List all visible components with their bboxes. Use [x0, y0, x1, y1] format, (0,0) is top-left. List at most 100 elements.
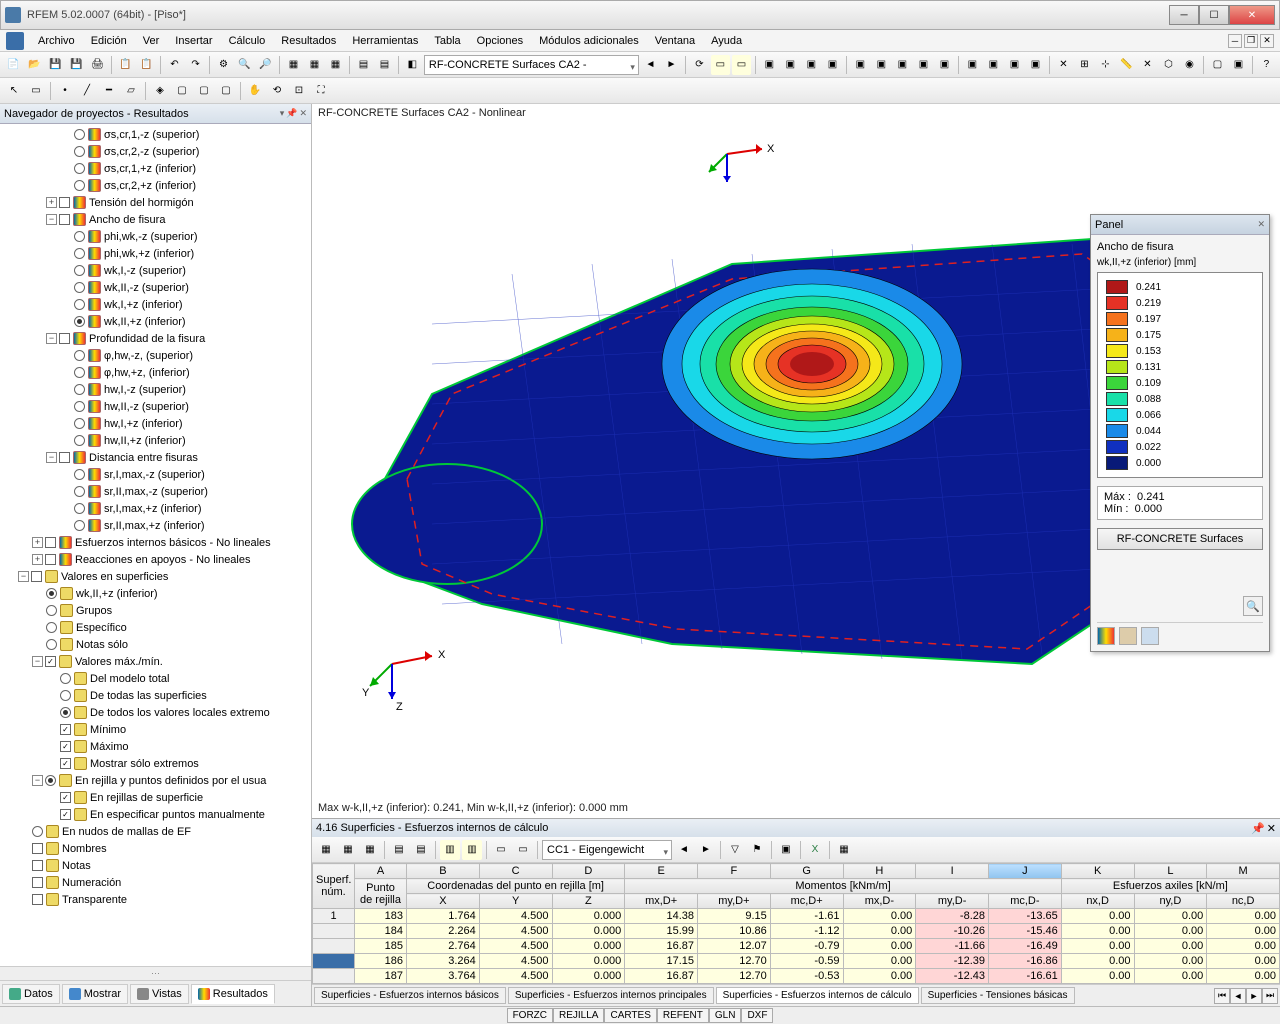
tool-j-icon[interactable]: ▣ — [963, 55, 982, 75]
select-icon[interactable]: ▭ — [26, 81, 46, 101]
cursor-icon[interactable]: ↖ — [4, 81, 24, 101]
checkbox[interactable] — [32, 860, 43, 871]
tool-c-icon[interactable]: ▣ — [802, 55, 821, 75]
legend-tab-color-icon[interactable] — [1097, 627, 1115, 645]
axis-icon[interactable]: ⊹ — [1096, 55, 1115, 75]
tab-mostrar[interactable]: Mostrar — [62, 984, 128, 1004]
tool-b-icon[interactable]: ▣ — [781, 55, 800, 75]
tree-item[interactable]: σs,cr,2,+z (inferior) — [0, 177, 311, 194]
gtab-first-icon[interactable]: ⏮ — [1214, 988, 1230, 1004]
grid-info-icon[interactable]: ▦ — [834, 840, 854, 860]
results-table[interactable]: Superf.núm.ABCDEFGHIJKLMPuntode rejillaC… — [312, 863, 1280, 984]
module-combo[interactable]: RF-CONCRETE Surfaces CA2 - Nonlinea — [424, 55, 639, 75]
tree-item[interactable]: −Valores en superficies — [0, 568, 311, 585]
radio[interactable] — [46, 605, 57, 616]
zoom-icon[interactable]: 🔎 — [256, 55, 275, 75]
tool-e-icon[interactable]: ▣ — [851, 55, 870, 75]
menu-calculo[interactable]: Cálculo — [221, 32, 274, 50]
close-button[interactable]: ✕ — [1229, 5, 1275, 25]
menu-insertar[interactable]: Insertar — [167, 32, 220, 50]
radio[interactable] — [60, 707, 71, 718]
save-icon[interactable]: 💾 — [46, 55, 65, 75]
tool-f-icon[interactable]: ▣ — [872, 55, 891, 75]
checkbox[interactable]: ✓ — [60, 809, 71, 820]
surface-icon[interactable]: ▱ — [121, 81, 141, 101]
expand-icon[interactable]: − — [32, 656, 43, 667]
tree-item[interactable]: Nombres — [0, 840, 311, 857]
gtab-calculo[interactable]: Superficies - Esfuerzos internos de cálc… — [716, 987, 919, 1004]
menu-herramientas[interactable]: Herramientas — [344, 32, 426, 50]
calc-icon[interactable]: ⚙ — [214, 55, 233, 75]
paste-icon[interactable]: 📋 — [137, 55, 156, 75]
tree-item[interactable]: ✓En rejillas de superficie — [0, 789, 311, 806]
radio[interactable] — [74, 231, 85, 242]
tree-item[interactable]: ✓Mínimo — [0, 721, 311, 738]
expand-icon[interactable]: + — [32, 554, 43, 565]
mdi-restore-icon[interactable]: ❐ — [1244, 34, 1258, 48]
tree-item[interactable]: ✓En especificar puntos manualmente — [0, 806, 311, 823]
legend-panel[interactable]: Panel ✕ Ancho de fisura wk,II,+z (inferi… — [1090, 214, 1270, 652]
zoomwin-icon[interactable]: ⊡ — [289, 81, 309, 101]
radio[interactable] — [74, 146, 85, 157]
prev-icon[interactable]: ◄ — [641, 55, 660, 75]
tree-item[interactable]: Numeración — [0, 874, 311, 891]
tree-item[interactable]: ✓Máximo — [0, 738, 311, 755]
table-row[interactable]: 1852.7644.5000.00016.8712.07-0.790.00-11… — [313, 939, 1280, 954]
tree-item[interactable]: σs,cr,1,-z (superior) — [0, 126, 311, 143]
result1-icon[interactable]: ▭ — [711, 55, 730, 75]
grid-goto-icon[interactable]: ▣ — [776, 840, 796, 860]
view1-icon[interactable]: ▦ — [284, 55, 303, 75]
radio[interactable] — [74, 248, 85, 259]
tree-item[interactable]: phi,wk,+z (inferior) — [0, 245, 311, 262]
refresh-icon[interactable]: ⟳ — [690, 55, 709, 75]
table-row[interactable]: 1842.2644.5000.00015.9910.86-1.120.00-10… — [313, 924, 1280, 939]
radio[interactable] — [45, 775, 56, 786]
tree-item[interactable]: sr,I,max,-z (superior) — [0, 466, 311, 483]
tool-m-icon[interactable]: ▣ — [1026, 55, 1045, 75]
legend-close-icon[interactable]: ✕ — [1257, 219, 1265, 230]
menu-ventana[interactable]: Ventana — [647, 32, 703, 50]
tree-item[interactable]: wk,II,-z (superior) — [0, 279, 311, 296]
wire-icon[interactable]: ▢ — [1208, 55, 1227, 75]
tree-item[interactable]: De todos los valores locales extremo — [0, 704, 311, 721]
pan-icon[interactable]: ✋ — [245, 81, 265, 101]
tree-item[interactable]: −Distancia entre fisuras — [0, 449, 311, 466]
radio[interactable] — [74, 520, 85, 531]
grid-tool8-icon[interactable]: ▭ — [491, 840, 511, 860]
zoomfit-icon[interactable]: ⛶ — [311, 81, 331, 101]
magnify-icon[interactable]: 🔍 — [1243, 596, 1263, 616]
tool-i-icon[interactable]: ▣ — [935, 55, 954, 75]
menu-modulos[interactable]: Módulos adicionales — [531, 32, 647, 50]
status-cartes[interactable]: CARTES — [604, 1008, 656, 1023]
radio[interactable] — [74, 401, 85, 412]
view-y-icon[interactable]: ▢ — [194, 81, 214, 101]
gtab-principales[interactable]: Superficies - Esfuerzos internos princip… — [508, 987, 714, 1004]
checkbox[interactable] — [59, 452, 70, 463]
tree-item[interactable]: sr,II,max,-z (superior) — [0, 483, 311, 500]
model-viewport[interactable]: RF-CONCRETE Surfaces CA2 - Nonlinear — [312, 104, 1280, 818]
gtab-prev-icon[interactable]: ◄ — [1230, 988, 1246, 1004]
tree-item[interactable]: −En rejilla y puntos definidos por el us… — [0, 772, 311, 789]
expand-icon[interactable]: − — [18, 571, 29, 582]
tree-item[interactable]: ✓Mostrar sólo extremos — [0, 755, 311, 772]
tab-resultados[interactable]: Resultados — [191, 984, 275, 1004]
tree-item[interactable]: Grupos — [0, 602, 311, 619]
table-row[interactable]: 1873.7644.5000.00016.8712.70-0.530.00-12… — [313, 969, 1280, 984]
tree-item[interactable]: Notas — [0, 857, 311, 874]
excel-icon[interactable]: X — [805, 840, 825, 860]
tree-item[interactable]: phi,wk,-z (superior) — [0, 228, 311, 245]
nav-pin-icon[interactable]: 📌 — [286, 108, 297, 119]
tree-item[interactable]: wk,II,+z (inferior) — [0, 585, 311, 602]
tree-item[interactable]: De todas las superficies — [0, 687, 311, 704]
mdi-close-icon[interactable]: ✕ — [1260, 34, 1274, 48]
grid-tool3-icon[interactable]: ▦ — [360, 840, 380, 860]
grid-tool6-icon[interactable]: ▥ — [440, 840, 460, 860]
gtab-last-icon[interactable]: ⏭ — [1262, 988, 1278, 1004]
solid-icon[interactable]: ▣ — [1229, 55, 1248, 75]
checkbox[interactable] — [59, 214, 70, 225]
tree-item[interactable]: hw,II,-z (superior) — [0, 398, 311, 415]
grid-tool1-icon[interactable]: ▦ — [316, 840, 336, 860]
radio[interactable] — [74, 282, 85, 293]
tree-item[interactable]: Específico — [0, 619, 311, 636]
grid-close-icon[interactable]: ✕ — [1267, 822, 1276, 835]
